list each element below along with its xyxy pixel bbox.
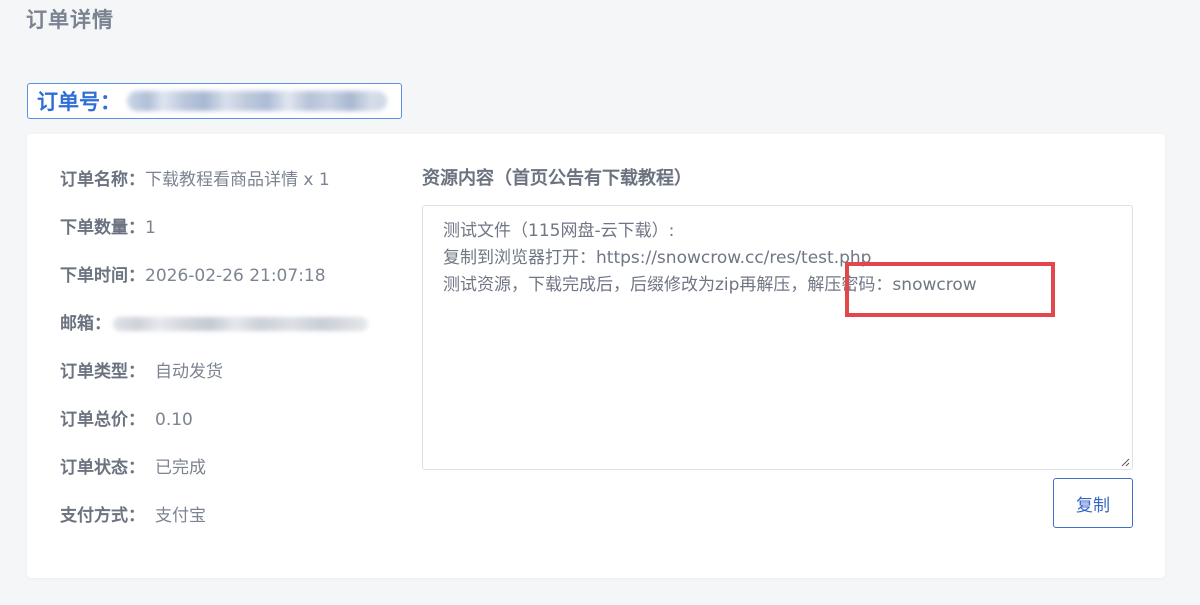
payment-method-label: 支付方式： [60, 506, 145, 526]
resource-line: 复制到浏览器打开：https://snowcrow.cc/res/test.ph… [443, 248, 872, 268]
info-row-quantity: 下单数量：1 [60, 216, 368, 264]
copy-button[interactable]: 复制 [1053, 478, 1133, 528]
resource-line: 测试资源，下载完成后，后缀修改为zip再解压，解压密码：snowcrow [443, 275, 977, 295]
order-type-label: 订单类型： [60, 362, 145, 382]
total-price-value: 0.10 [155, 410, 193, 430]
order-id-box: 订单号： [27, 83, 402, 119]
info-row-total-price: 订单总价： 0.10 [60, 408, 368, 456]
payment-method-value: 支付宝 [155, 506, 206, 526]
info-row-order-status: 订单状态： 已完成 [60, 456, 368, 504]
page-title: 订单详情 [26, 8, 114, 32]
quantity-label: 下单数量： [60, 218, 145, 238]
email-value-redacted [113, 317, 368, 331]
order-id-label: 订单号： [37, 90, 121, 114]
total-price-label: 订单总价： [60, 410, 145, 430]
quantity-value: 1 [145, 218, 156, 238]
email-label: 邮箱： [60, 314, 111, 334]
resource-line: 测试文件（115网盘-云下载）: [443, 221, 675, 241]
info-row-order-type: 订单类型： 自动发货 [60, 360, 368, 408]
order-status-label: 订单状态： [60, 458, 145, 478]
resource-content-textarea[interactable]: 测试文件（115网盘-云下载）: 复制到浏览器打开：https://snowcr… [422, 205, 1133, 470]
order-detail-card: 订单名称：下载教程看商品详情 x 1 下单数量：1 下单时间：2026-02-2… [27, 134, 1165, 578]
info-row-email: 邮箱： [60, 312, 368, 360]
info-row-order-name: 订单名称：下载教程看商品详情 x 1 [60, 168, 368, 216]
order-info-list: 订单名称：下载教程看商品详情 x 1 下单数量：1 下单时间：2026-02-2… [60, 168, 368, 552]
resource-content-title: 资源内容（首页公告有下载教程） [422, 168, 692, 189]
order-time-label: 下单时间： [60, 266, 145, 286]
order-name-value: 下载教程看商品详情 x 1 [145, 170, 330, 190]
order-type-value: 自动发货 [155, 362, 223, 382]
order-time-value: 2026-02-26 21:07:18 [145, 266, 326, 286]
order-name-label: 订单名称： [60, 170, 145, 190]
order-id-value-redacted [127, 91, 387, 111]
resize-grip-icon[interactable] [1121, 458, 1130, 467]
info-row-payment-method: 支付方式： 支付宝 [60, 504, 368, 552]
order-status-value: 已完成 [155, 458, 206, 478]
info-row-order-time: 下单时间：2026-02-26 21:07:18 [60, 264, 368, 312]
